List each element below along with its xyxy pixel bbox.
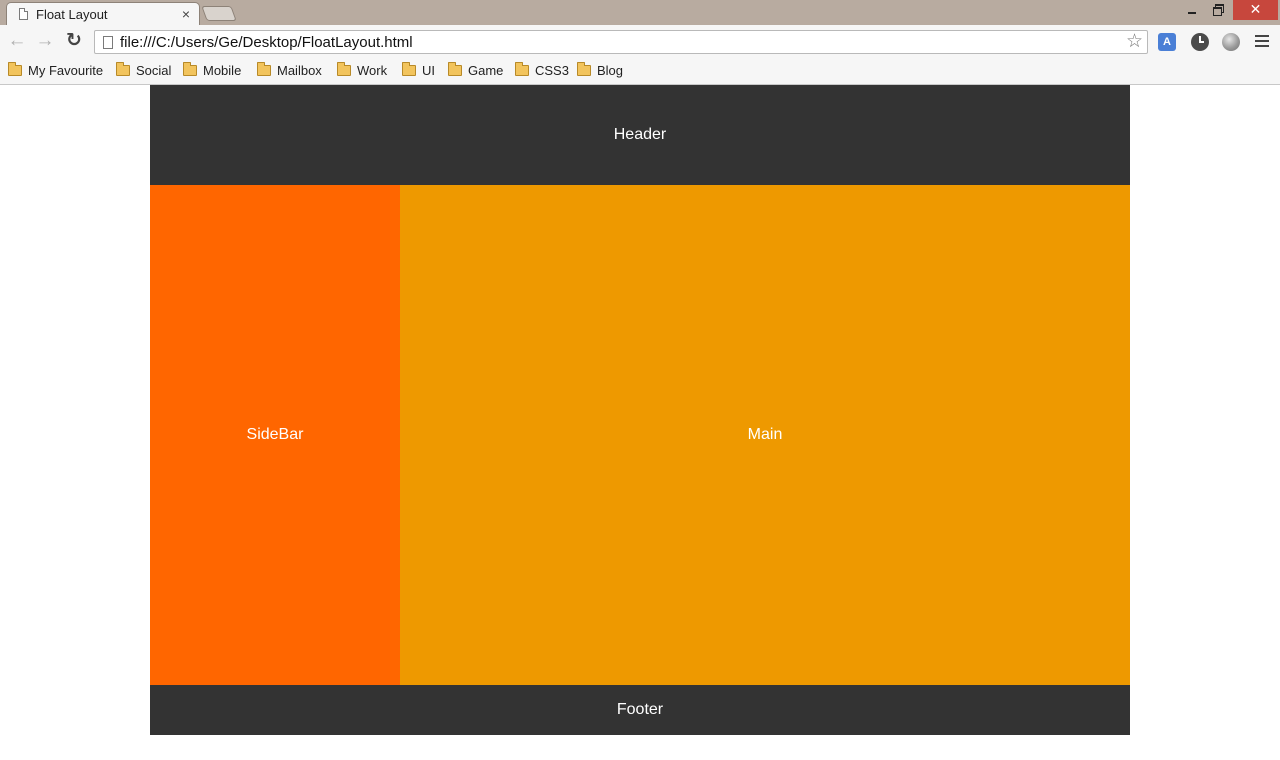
- folder-icon: [337, 62, 351, 76]
- page-viewport: Header SideBar Main Footer: [0, 85, 1280, 760]
- restore-button[interactable]: [1206, 0, 1230, 20]
- page-sidebar: SideBar: [150, 185, 400, 685]
- bookmark-folder[interactable]: Blog: [577, 62, 623, 80]
- close-window-button[interactable]: ✕: [1233, 0, 1278, 20]
- tab-float-layout[interactable]: Float Layout ×: [6, 2, 200, 25]
- bookmark-label: CSS3: [535, 63, 569, 78]
- bookmark-folder[interactable]: My Favourite: [8, 62, 103, 80]
- back-arrow-icon[interactable]: ←: [6, 30, 28, 52]
- bookmark-label: UI: [422, 63, 435, 78]
- page-icon: [103, 36, 113, 49]
- bookmark-label: Mailbox: [277, 63, 322, 78]
- reload-icon[interactable]: ↻: [63, 30, 85, 52]
- menu-icon[interactable]: [1255, 35, 1269, 47]
- address-bar[interactable]: file:///C:/Users/Ge/Desktop/FloatLayout.…: [94, 30, 1148, 54]
- new-tab-button[interactable]: [201, 6, 237, 21]
- tab-close-icon[interactable]: ×: [182, 6, 190, 22]
- page-footer: Footer: [150, 685, 1130, 735]
- clock-icon[interactable]: [1191, 33, 1209, 51]
- browser-toolbar: ← → ↻ file:///C:/Users/Ge/Desktop/FloatL…: [0, 25, 1280, 58]
- bookmark-label: Blog: [597, 63, 624, 78]
- folder-icon: [448, 62, 462, 76]
- tab-title: Float Layout: [36, 7, 108, 22]
- bookmark-label: Social: [136, 63, 172, 78]
- minimize-button[interactable]: [1180, 0, 1204, 20]
- page-main: Main: [400, 185, 1130, 685]
- folder-icon: [577, 62, 591, 76]
- bookmark-label: Work: [357, 63, 388, 78]
- bookmark-label: My Favourite: [28, 63, 104, 78]
- folder-icon: [116, 62, 130, 76]
- folder-icon: [515, 62, 529, 76]
- folder-icon: [8, 62, 22, 76]
- bookmarks-bar: My Favourite Social Mobile Mailbox Work …: [0, 58, 1280, 85]
- bookmark-label: Mobile: [203, 63, 242, 78]
- address-url[interactable]: file:///C:/Users/Ge/Desktop/FloatLayout.…: [120, 34, 413, 51]
- bookmark-folder[interactable]: Game: [448, 62, 503, 80]
- page-icon: [19, 8, 28, 20]
- float-layout: Header SideBar Main Footer: [150, 85, 1130, 735]
- bookmark-folder[interactable]: Mailbox: [257, 62, 322, 80]
- bookmark-folder[interactable]: Work: [337, 62, 387, 80]
- globe-icon[interactable]: [1222, 33, 1240, 51]
- translate-icon[interactable]: A: [1158, 33, 1176, 51]
- bookmark-folder[interactable]: CSS3: [515, 62, 569, 80]
- bookmark-folder[interactable]: Social: [116, 62, 171, 80]
- folder-icon: [257, 62, 271, 76]
- folder-icon: [183, 62, 197, 76]
- folder-icon: [402, 62, 416, 76]
- browser-titlebar: Float Layout × ✕: [0, 0, 1280, 25]
- bookmark-label: Game: [468, 63, 504, 78]
- bookmark-folder[interactable]: UI: [402, 62, 435, 80]
- forward-arrow-icon[interactable]: →: [34, 30, 56, 52]
- page-header: Header: [150, 85, 1130, 185]
- star-icon[interactable]: ☆: [1126, 31, 1143, 53]
- bookmark-folder[interactable]: Mobile: [183, 62, 241, 80]
